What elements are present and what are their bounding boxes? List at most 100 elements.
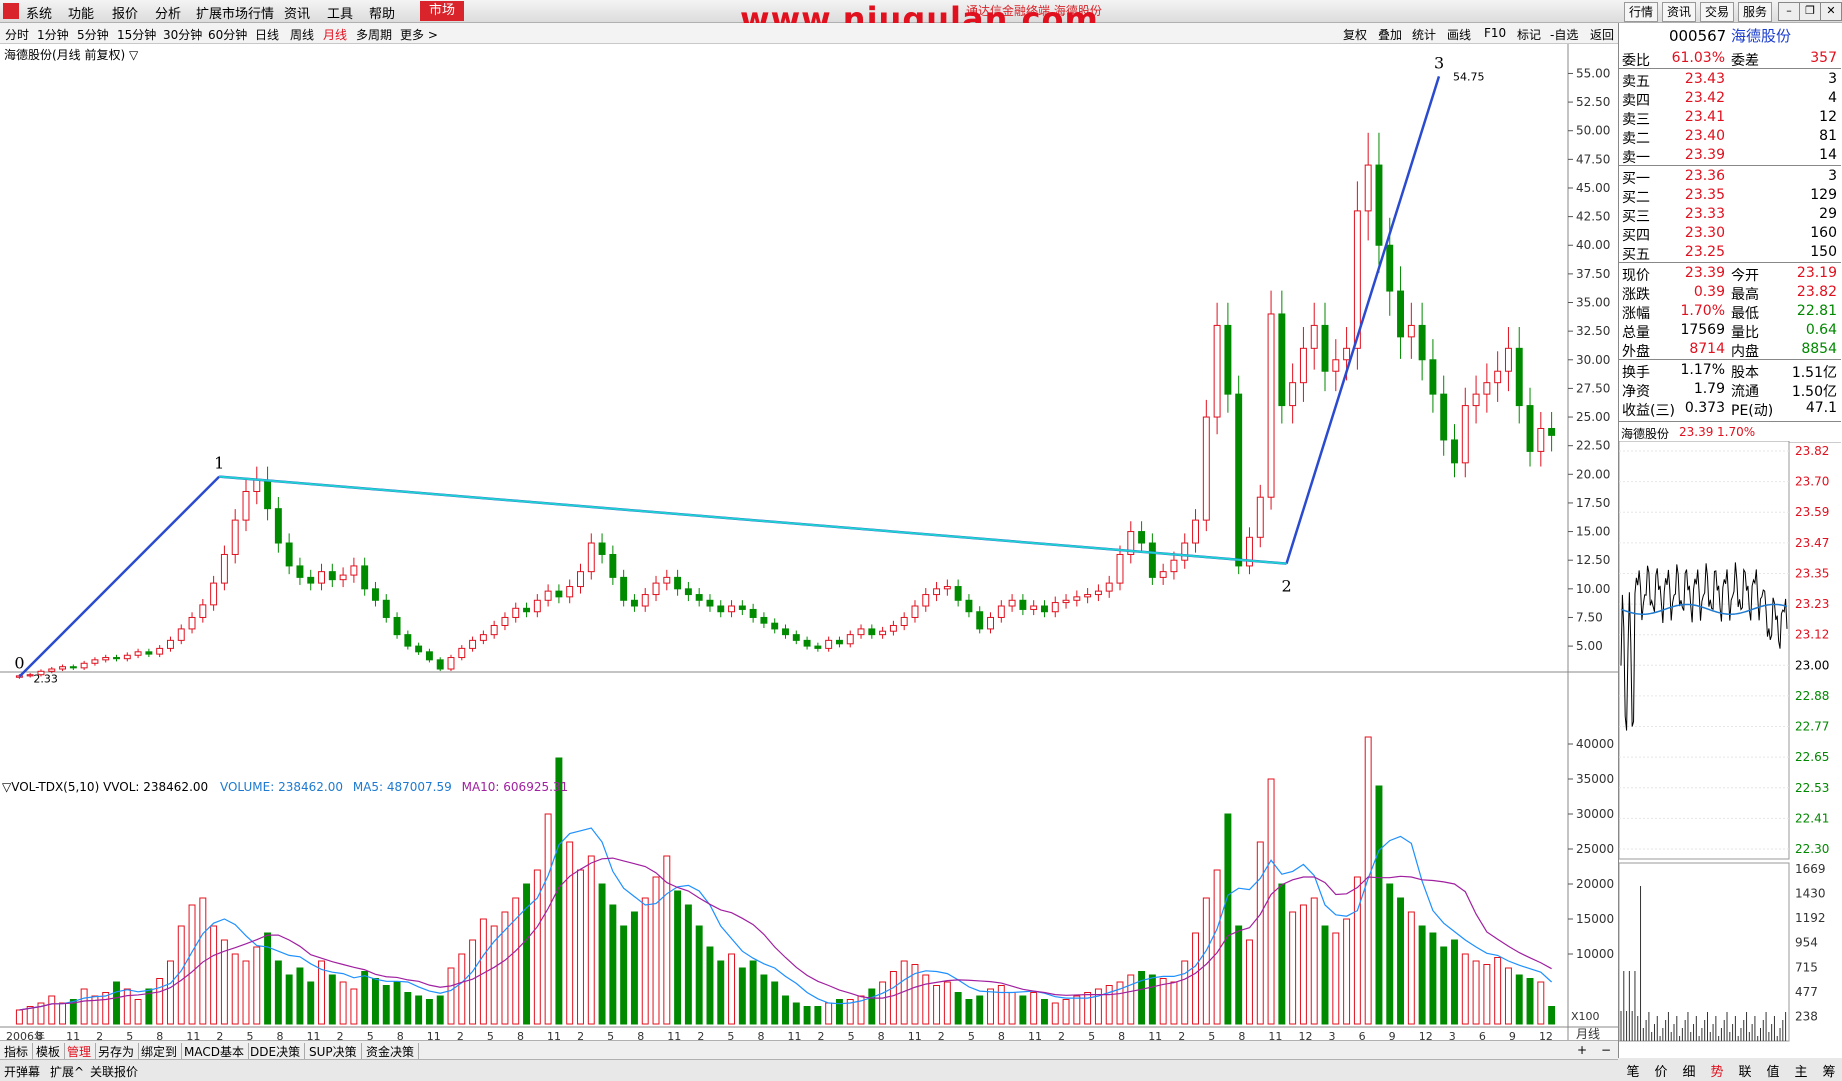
ask-row[interactable]: 卖一 23.39 14 (1619, 146, 1841, 166)
volume-bar (1235, 925, 1243, 1025)
tab-indicator[interactable]: 指标 (0, 1043, 34, 1060)
volume-indicator-header: ▽VOL-TDX(5,10) VVOL: 238462.00 VOLUME: 2… (2, 780, 568, 794)
period-tab-60min[interactable]: 60分钟 (208, 26, 247, 43)
tab-template[interactable]: 模板 (32, 1043, 66, 1060)
mini-tab-3[interactable]: 势 (1702, 1061, 1732, 1080)
volume-ma10: MA10: 606925.31 (461, 780, 569, 794)
candle-body (1256, 496, 1264, 538)
menu-item-help[interactable]: 帮助 (369, 3, 395, 22)
price-tick-label: 45.00 (1576, 181, 1610, 195)
tab-manage[interactable]: 管理 (63, 1043, 97, 1060)
news-button[interactable]: 资讯 (1662, 2, 1697, 22)
candle-body (166, 639, 174, 649)
service-button[interactable]: 服务 (1738, 2, 1773, 22)
period-tab-intraday[interactable]: 分时 (5, 26, 29, 43)
bid-row[interactable]: 买二 23.35 129 (1619, 186, 1841, 206)
candle-body (469, 639, 477, 649)
mini-tab-0[interactable]: 笔 (1618, 1061, 1648, 1080)
period-tab-15min[interactable]: 15分钟 (117, 26, 156, 43)
period-tab-more[interactable]: 更多 > (400, 26, 438, 43)
menu-item-quote[interactable]: 报价 (112, 3, 138, 22)
volume-bar (436, 995, 444, 1025)
tab-dde[interactable]: DDE决策 (246, 1043, 306, 1060)
zoom-in-icon[interactable]: + (1573, 1043, 1591, 1057)
tab-bind-to[interactable]: 绑定到 (137, 1043, 183, 1060)
tool-mark[interactable]: 标记 (1517, 26, 1541, 43)
volume-bar (987, 988, 994, 1025)
zoom-out-icon[interactable]: − (1597, 1043, 1615, 1057)
menu-item-tools[interactable]: 工具 (327, 3, 353, 22)
volume-indicator-label[interactable]: ▽VOL-TDX(5,10) VVOL: 238462.00 (2, 780, 208, 794)
mini-tab-2[interactable]: 细 (1674, 1061, 1704, 1080)
bid-row[interactable]: 买一 23.36 3 (1619, 167, 1841, 187)
period-tab-monthly[interactable]: 月线 (323, 26, 347, 43)
bid-row[interactable]: 买五 23.25 150 (1619, 243, 1841, 263)
tool-f10[interactable]: F10 (1484, 26, 1506, 40)
tab-sup[interactable]: SUP决策 (305, 1043, 362, 1060)
volume-bar (166, 960, 174, 1025)
mini-tab-6[interactable]: 主 (1786, 1061, 1816, 1080)
mini-tab-7[interactable]: 筹 (1814, 1061, 1842, 1080)
ask-volume: 12 (1819, 109, 1837, 125)
mini-tab-1[interactable]: 价 (1646, 1061, 1676, 1080)
tool-overlay[interactable]: 叠加 (1378, 26, 1402, 43)
trade-button[interactable]: 交易 (1700, 2, 1735, 22)
candle-body (512, 607, 520, 618)
stat-row: 外盘 8714 内盘 8854 (1619, 340, 1841, 360)
close-icon[interactable]: ✕ (1820, 2, 1842, 21)
menu-item-function[interactable]: 功能 (68, 3, 94, 22)
tab-funds[interactable]: 资金决策 (362, 1043, 420, 1060)
danmaku-toggle[interactable]: 开弹幕 (4, 1063, 40, 1080)
bid-row[interactable]: 买三 23.33 29 (1619, 205, 1841, 225)
volume-tick-label: 30000 (1576, 807, 1614, 821)
period-tab-daily[interactable]: 日线 (255, 26, 279, 43)
mini-tab-4[interactable]: 联 (1730, 1061, 1760, 1080)
x-tick-label: 8 (517, 1030, 524, 1040)
volume-bar (1461, 953, 1469, 1025)
period-tab-1min[interactable]: 1分钟 (37, 26, 69, 43)
candle-body (425, 651, 433, 661)
tab-macd[interactable]: MACD基本 (180, 1043, 249, 1060)
tool-back[interactable]: 返回 (1590, 26, 1614, 43)
volume-bar (544, 813, 552, 1025)
menu-item-news[interactable]: 资讯 (284, 3, 310, 22)
candle-body (1386, 244, 1394, 292)
x-tick-label: 5 (367, 1030, 374, 1040)
bid-row[interactable]: 买四 23.30 160 (1619, 224, 1841, 244)
price-tick-label: 42.50 (1576, 210, 1610, 224)
ask-row[interactable]: 卖二 23.40 81 (1619, 127, 1841, 147)
intraday-mini-chart[interactable]: 23.82 23.70 23.59 23.47 23.35 23.23 23.12 23.00… (1619, 441, 1841, 1061)
candle-body (1483, 382, 1491, 395)
volume-tick-label: 40000 (1576, 737, 1614, 751)
candle-body (1472, 393, 1480, 407)
kline-chart[interactable]: 012354.752.33 55.0052.5050.0047.5045.004… (0, 44, 1618, 1040)
tool-statistics[interactable]: 统计 (1412, 26, 1436, 43)
quote-button[interactable]: 行情 (1624, 2, 1659, 22)
volume-bar (792, 1002, 800, 1025)
linked-quote[interactable]: 关联报价 (90, 1063, 138, 1080)
candle-body (26, 674, 34, 677)
candle-body (69, 666, 77, 669)
tool-draw-line[interactable]: 画线 (1447, 26, 1471, 43)
extend-toggle[interactable]: 扩展^ (50, 1063, 84, 1080)
period-tab-weekly[interactable]: 周线 (290, 26, 314, 43)
menu-item-analysis[interactable]: 分析 (155, 3, 181, 22)
menu-item-extended-market[interactable]: 扩展市场行情 (196, 3, 274, 22)
tab-save-as[interactable]: 另存为 (94, 1043, 140, 1060)
minimize-icon[interactable]: – (1778, 2, 1800, 21)
volume-bar (80, 988, 88, 1025)
period-tab-multi[interactable]: 多周期 (356, 26, 392, 43)
mini-tab-5[interactable]: 值 (1758, 1061, 1788, 1080)
restore-icon[interactable]: ❐ (1799, 2, 1821, 21)
tool-watchlist[interactable]: -自选 (1550, 26, 1578, 43)
period-tab-5min[interactable]: 5分钟 (77, 26, 109, 43)
market-button[interactable]: 市场 (420, 1, 464, 21)
period-tab-30min[interactable]: 30分钟 (163, 26, 202, 43)
ask-row[interactable]: 卖三 23.41 12 (1619, 108, 1841, 128)
menu-item-system[interactable]: 系统 (26, 3, 52, 22)
ask-row[interactable]: 卖四 23.42 4 (1619, 89, 1841, 109)
tool-adjust[interactable]: 复权 (1343, 26, 1367, 43)
volume-bar (1192, 932, 1199, 1025)
ask-row[interactable]: 卖五 23.43 3 (1619, 70, 1841, 90)
volume-bar (307, 981, 315, 1025)
